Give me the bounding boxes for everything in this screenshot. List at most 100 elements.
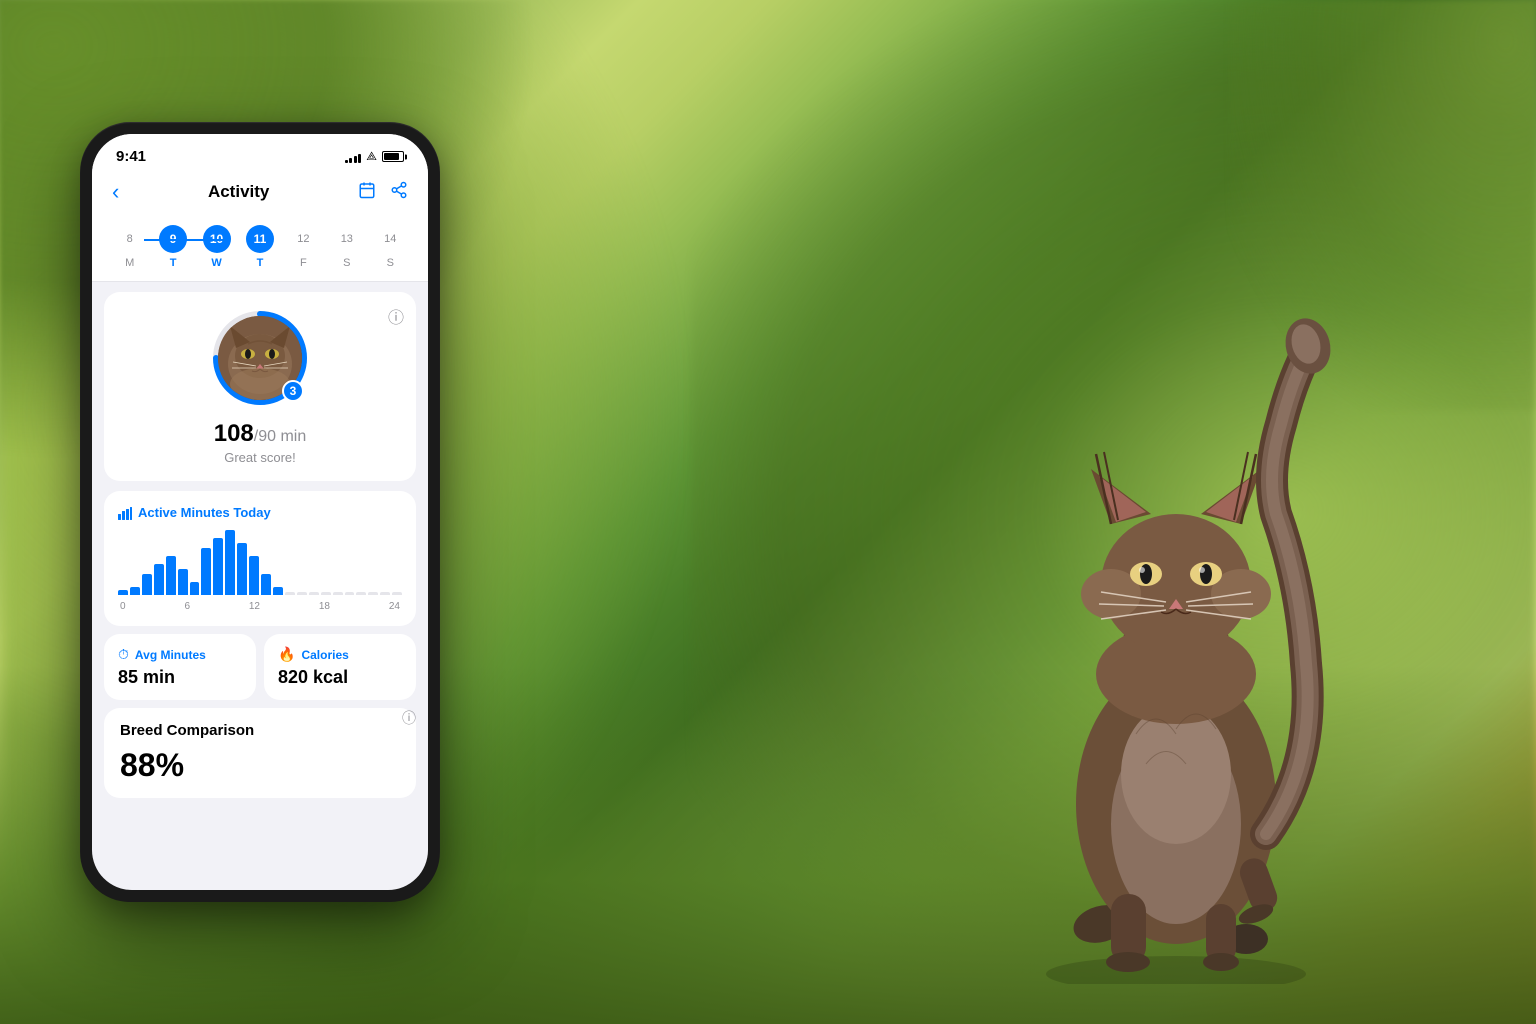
phone-screen: 9:41 ⟁ ‹ Activity	[92, 134, 428, 890]
score-target: /90 min	[254, 428, 306, 445]
day-label-mon: M	[125, 257, 134, 269]
chart-bar-15	[297, 592, 307, 595]
week-calendar: 8 M 9 T 10 W 11 T	[92, 215, 428, 282]
back-button[interactable]: ‹	[112, 179, 119, 205]
breed-info-icon[interactable]: ⓘ	[402, 708, 416, 728]
chart-x-labels: 0 6 12 18 24	[118, 601, 402, 612]
chart-icon	[118, 506, 132, 520]
day-number-8: 8	[116, 225, 144, 253]
status-icons: ⟁	[345, 149, 404, 164]
signal-bar-4	[358, 154, 361, 163]
score-current: 108	[214, 420, 254, 447]
chart-bar-22	[380, 592, 390, 595]
chart-bar-20	[356, 592, 366, 595]
chart-title: Active Minutes Today	[138, 505, 271, 520]
chart-bar-0	[118, 590, 128, 595]
chart-bar-17	[321, 592, 331, 595]
streak-badge: 3	[282, 380, 304, 402]
status-time: 9:41	[116, 148, 146, 165]
status-bar: 9:41 ⟁	[92, 134, 428, 171]
chart-bar-16	[309, 592, 319, 595]
chart-label-24: 24	[389, 601, 400, 612]
foliage-top-right	[1229, 0, 1536, 410]
avg-minutes-header: ⏱ Avg Minutes	[118, 646, 242, 663]
wifi-icon: ⟁	[366, 149, 377, 164]
day-item-mon[interactable]: 8 M	[108, 225, 151, 269]
chart-bar-3	[154, 564, 164, 595]
battery-fill	[384, 153, 399, 160]
day-number-11: 11	[246, 225, 274, 253]
day-item-fri[interactable]: 12 F	[282, 225, 325, 269]
day-item-tue[interactable]: 9 T	[151, 225, 194, 269]
chart-bar-23	[392, 592, 402, 595]
signal-bar-3	[354, 156, 357, 163]
day-item-sun[interactable]: 14 S	[369, 225, 412, 269]
chart-bar-2	[142, 574, 152, 595]
calories-value: 820 kcal	[278, 667, 402, 688]
info-icon[interactable]: ⓘ	[388, 304, 404, 328]
score-section: ⓘ	[104, 292, 416, 481]
day-item-sat[interactable]: 13 S	[325, 225, 368, 269]
breed-comparison-title: Breed Comparison	[120, 722, 400, 739]
chart-label-6: 6	[184, 601, 190, 612]
chart-bars	[118, 530, 402, 595]
avg-minutes-label: Avg Minutes	[135, 648, 206, 662]
app-header: ‹ Activity	[92, 171, 428, 215]
calories-card: 🔥 Calories 820 kcal	[264, 634, 416, 700]
score-display: 108/90 min	[120, 420, 400, 448]
day-number-14: 14	[376, 225, 404, 253]
chart-label-0: 0	[120, 601, 126, 612]
chart-bar-19	[345, 592, 355, 595]
chart-bar-1	[130, 587, 140, 595]
avg-minutes-value: 85 min	[118, 667, 242, 688]
day-item-wed[interactable]: 10 W	[195, 225, 238, 269]
chart-label-12: 12	[249, 601, 260, 612]
phone-frame: 9:41 ⟁ ‹ Activity	[80, 122, 440, 902]
signal-bar-1	[345, 160, 348, 163]
day-number-13: 13	[333, 225, 361, 253]
chart-bar-8	[213, 538, 223, 595]
avg-minutes-card: ⏱ Avg Minutes 85 min	[104, 634, 256, 700]
chart-title-row: Active Minutes Today	[118, 505, 402, 520]
breed-comparison-percent: 88%	[120, 747, 184, 783]
phone-wrapper: 9:41 ⟁ ‹ Activity	[80, 122, 440, 902]
chart-bar-9	[225, 530, 235, 595]
chart-bar-6	[190, 582, 200, 595]
flame-icon: 🔥	[278, 646, 295, 663]
share-icon[interactable]	[390, 181, 408, 204]
days-row: 8 M 9 T 10 W 11 T	[108, 225, 412, 269]
day-number-12: 12	[289, 225, 317, 253]
breed-comparison-section: Breed Comparison 88% ⓘ	[104, 708, 416, 798]
day-label-thu: T	[257, 257, 264, 269]
day-label-sat: S	[343, 257, 350, 269]
stats-row: ⏱ Avg Minutes 85 min 🔥 Calories 820 kcal	[104, 634, 416, 700]
day-label-wed: W	[211, 257, 221, 269]
calories-label: Calories	[301, 648, 348, 662]
day-label-sun: S	[387, 257, 394, 269]
day-item-thu[interactable]: 11 T	[238, 225, 281, 269]
battery-icon	[382, 151, 404, 162]
chart-bar-14	[285, 592, 295, 595]
calories-header: 🔥 Calories	[278, 646, 402, 663]
chart-label-18: 18	[319, 601, 330, 612]
chart-bar-10	[237, 543, 247, 595]
chart-bar-13	[273, 587, 283, 595]
chart-bar-11	[249, 556, 259, 595]
day-label-fri: F	[300, 257, 307, 269]
chart-bar-18	[333, 592, 343, 595]
signal-bars-icon	[345, 151, 362, 163]
chart-section: Active Minutes Today 0 6 12 18 24	[104, 491, 416, 626]
chart-bar-5	[178, 569, 188, 595]
chart-bar-4	[166, 556, 176, 595]
signal-bar-2	[349, 158, 352, 163]
avatar-ring: 3	[210, 308, 310, 408]
score-label: Great score!	[120, 450, 400, 465]
chart-bar-7	[201, 548, 211, 595]
calendar-icon[interactable]	[358, 181, 376, 204]
days-connector	[144, 239, 229, 241]
header-action-icons	[358, 181, 408, 204]
chart-bar-21	[368, 592, 378, 595]
clock-icon: ⏱	[118, 646, 129, 663]
page-title: Activity	[208, 182, 269, 202]
chart-bar-12	[261, 574, 271, 595]
